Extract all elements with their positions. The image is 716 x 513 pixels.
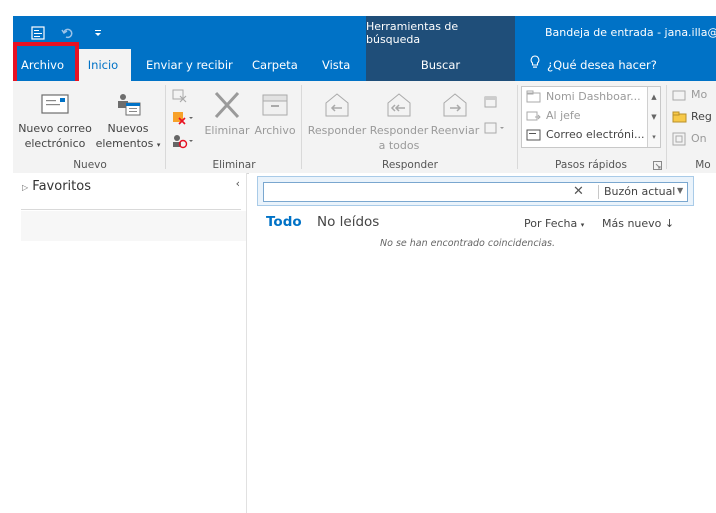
clear-search-icon[interactable]: ✕	[573, 184, 584, 199]
forward-label: Reenviar	[430, 124, 480, 137]
expand-triangle-icon: ▷	[22, 183, 29, 192]
tab-carpeta[interactable]: Carpeta	[252, 49, 298, 81]
quick-steps-gallery: Nomi Dashboar... Al jefe Correo electrón…	[521, 86, 661, 148]
search-input[interactable]	[266, 184, 570, 202]
lightbulb-icon	[529, 49, 541, 81]
folder-move-icon	[526, 90, 541, 103]
filter-all[interactable]: Todo	[266, 214, 302, 230]
sort-by-dropdown[interactable]: Por Fecha ▾	[524, 217, 584, 230]
new-email-icon	[41, 94, 69, 114]
group-label-mover: Mo	[695, 159, 711, 171]
search-tools-contextual-label: Herramientas de búsqueda	[366, 16, 515, 49]
send-receive-icon[interactable]	[29, 24, 47, 42]
move-button[interactable]: Mo	[672, 87, 707, 102]
new-items-button[interactable]: Nuevos elementos ▾	[95, 91, 161, 153]
scroll-down-icon[interactable]: ▼	[648, 107, 660, 127]
customize-qat-icon[interactable]	[89, 24, 107, 42]
meeting-icon[interactable]	[483, 95, 499, 109]
onenote-button[interactable]: On	[672, 131, 707, 146]
arrow-down-icon: ↓	[664, 217, 675, 230]
reply-all-label-1: Responder	[369, 124, 429, 137]
new-email-label-1: Nuevo correo	[18, 122, 92, 135]
search-box: ✕ Buzón actual ▼	[263, 182, 688, 202]
separator	[21, 209, 241, 210]
title-bar: Herramientas de búsqueda Bandeja de entr…	[13, 16, 716, 49]
separator	[598, 185, 599, 199]
quick-step-item[interactable]: Al jefe	[526, 107, 581, 125]
tab-inicio[interactable]: Inicio	[75, 49, 131, 81]
reply-label: Responder	[307, 124, 367, 137]
more-respond-icon[interactable]	[483, 121, 507, 135]
message-list-pane: ✕ Buzón actual ▼ Todo No leídos Por Fech…	[249, 173, 716, 513]
to-manager-icon	[526, 111, 541, 121]
tab-buscar[interactable]: Buscar	[366, 49, 515, 81]
separator	[165, 85, 166, 169]
quick-step-item[interactable]: Correo electróni...	[526, 126, 645, 144]
team-email-icon	[526, 129, 541, 141]
new-email-label-2: electrónico	[24, 137, 86, 150]
reply-all-icon	[387, 93, 411, 117]
tab-enviar-recibir[interactable]: Enviar y recibir	[146, 49, 233, 81]
delete-icon	[214, 91, 240, 119]
archive-label: Archivo	[254, 124, 296, 137]
sort-order-toggle[interactable]: Más nuevo ↓	[602, 217, 674, 230]
quick-step-item[interactable]: Nomi Dashboar...	[526, 88, 641, 106]
new-items-label-2: elementos ▾	[95, 137, 161, 150]
more-icon[interactable]: ▾	[648, 127, 660, 147]
onenote-icon	[672, 132, 686, 145]
reply-all-label-2: a todos	[378, 139, 420, 152]
archive-button[interactable]: Archivo	[253, 91, 297, 138]
ribbon-tabs: Archivo Inicio Enviar y recibir Carpeta …	[13, 49, 716, 81]
rules-button[interactable]: Reg	[672, 109, 712, 124]
forward-icon	[443, 93, 467, 117]
empty-results-message: No se han encontrado coincidencias.	[380, 238, 555, 249]
delete-label: Eliminar	[204, 124, 250, 137]
tab-vista[interactable]: Vista	[322, 49, 350, 81]
group-label-nuevo: Nuevo	[73, 159, 107, 171]
ignore-icon[interactable]	[171, 87, 189, 103]
window-title: Bandeja de entrada - jana.illa@	[545, 26, 716, 39]
group-label-responder: Responder	[382, 159, 438, 171]
left-margin	[0, 0, 13, 513]
group-label-pasos-rapidos: Pasos rápidos	[555, 159, 627, 171]
favorites-header[interactable]: ▷ Favoritos	[22, 179, 91, 194]
favorites-area	[21, 211, 246, 241]
new-items-label-1: Nuevos	[107, 122, 149, 135]
dialog-launcher-icon[interactable]	[653, 161, 662, 170]
chevron-down-icon[interactable]: ▼	[677, 186, 683, 195]
new-items-icon	[118, 94, 141, 116]
collapse-pane-icon[interactable]: ‹	[236, 177, 240, 190]
move-icon	[672, 90, 686, 100]
search-bar-container: ✕ Buzón actual ▼	[257, 176, 694, 206]
separator	[301, 85, 302, 169]
undo-icon[interactable]	[59, 24, 77, 42]
scroll-up-icon[interactable]: ▲	[648, 87, 660, 107]
tell-me-box[interactable]: ¿Qué desea hacer?	[529, 49, 657, 81]
forward-button[interactable]: Reenviar	[429, 91, 481, 138]
search-scope-dropdown[interactable]: Buzón actual	[604, 185, 675, 198]
group-label-eliminar: Eliminar	[212, 159, 256, 171]
rules-icon	[672, 111, 687, 122]
delete-button[interactable]: Eliminar	[203, 91, 251, 138]
archive-icon	[262, 94, 288, 116]
junk-icon[interactable]	[171, 133, 195, 149]
clean-up-icon[interactable]	[171, 110, 195, 126]
folder-pane: ▷ Favoritos ‹	[13, 173, 247, 513]
reply-button[interactable]: Responder	[307, 91, 367, 138]
filter-unread[interactable]: No leídos	[317, 214, 379, 230]
favorites-label: Favoritos	[32, 179, 91, 194]
new-email-button[interactable]: Nuevo correo electrónico	[17, 91, 93, 151]
reply-icon	[325, 93, 349, 117]
reply-all-button[interactable]: Responder a todos	[369, 91, 429, 153]
tell-me-label: ¿Qué desea hacer?	[547, 58, 657, 72]
quick-steps-scrollbar[interactable]: ▲ ▼ ▾	[647, 87, 660, 147]
separator	[517, 85, 518, 169]
ribbon-inicio: Nuevo correo electrónico Nuevos elemento…	[13, 81, 716, 174]
separator	[666, 85, 667, 169]
